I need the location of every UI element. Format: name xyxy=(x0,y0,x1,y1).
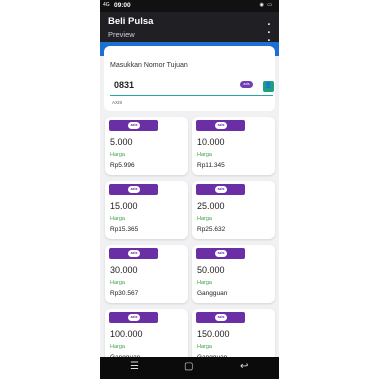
input-underline xyxy=(110,95,273,96)
nominal-value: 5.000 xyxy=(110,137,133,147)
nominal-value: 15.000 xyxy=(110,201,138,211)
axis-logo: axis xyxy=(128,186,140,193)
battery-icon: ◉ ▭ xyxy=(259,2,273,8)
app-bar: Beli Pulsa Preview · · · xyxy=(100,12,279,47)
pulsa-product-card[interactable]: axis 10.000 Harga Rp11.345 xyxy=(192,117,275,175)
price-value: Rp15.365 xyxy=(110,226,139,233)
operator-banner: axis xyxy=(196,248,245,259)
axis-logo: axis xyxy=(215,122,227,129)
pulsa-product-card[interactable]: axis 15.000 Harga Rp15.365 xyxy=(105,181,188,239)
pulsa-product-card[interactable]: axis 30.000 Harga Rp30.567 xyxy=(105,245,188,303)
price-value: Rp11.345 xyxy=(197,162,225,169)
nominal-value: 100.000 xyxy=(110,329,143,339)
price-value: Rp30.567 xyxy=(110,290,139,297)
price-label: Harga xyxy=(197,280,212,286)
axis-logo: axis xyxy=(215,250,227,257)
page-subtitle: Preview xyxy=(108,30,135,39)
price-label: Harga xyxy=(197,216,212,222)
nominal-value: 10.000 xyxy=(197,137,225,147)
operator-banner: axis xyxy=(196,312,245,323)
phone-number-card: Masukkan Nomor Tujuan 0831 axis 👤 AXIS xyxy=(104,46,275,111)
operator-name: AXIS xyxy=(112,100,123,105)
nominal-value: 50.000 xyxy=(197,265,225,275)
price-label: Harga xyxy=(110,280,125,286)
phone-number-label: Masukkan Nomor Tujuan xyxy=(110,62,188,69)
axis-logo: axis xyxy=(128,122,140,129)
price-label: Harga xyxy=(110,344,125,350)
phone-screen: 4G 09:00 ◉ ▭ Beli Pulsa Preview · · · Masu… xyxy=(100,0,279,379)
axis-logo: axis xyxy=(128,250,140,257)
status-bar: 4G 09:00 ◉ ▭ xyxy=(100,0,279,12)
page-title: Beli Pulsa xyxy=(108,16,154,27)
nominal-value: 150.000 xyxy=(197,329,230,339)
system-nav-bar: ☰ ▢ ↩ xyxy=(100,357,279,379)
price-label: Harga xyxy=(110,216,125,222)
phone-number-input[interactable]: 0831 xyxy=(114,80,134,90)
price-label: Harga xyxy=(197,152,212,158)
contact-picker-button[interactable]: 👤 xyxy=(263,81,274,92)
axis-logo: axis xyxy=(215,314,227,321)
operator-banner: axis xyxy=(109,248,158,259)
price-value: Rp5.996 xyxy=(110,162,135,169)
axis-logo: axis xyxy=(215,186,227,193)
price-value: Gangguan xyxy=(197,290,228,297)
back-nav-icon[interactable]: ↩ xyxy=(240,362,248,372)
axis-logo: axis xyxy=(128,314,140,321)
price-label: Harga xyxy=(110,152,125,158)
operator-banner: axis xyxy=(109,120,158,131)
home-nav-icon[interactable]: ▢ xyxy=(184,362,193,372)
operator-banner: axis xyxy=(109,312,158,323)
price-label: Harga xyxy=(197,344,212,350)
operator-banner: axis xyxy=(109,184,158,195)
operator-banner: axis xyxy=(196,120,245,131)
operator-banner: axis xyxy=(196,184,245,195)
pulsa-product-card[interactable]: axis 50.000 Harga Gangguan xyxy=(192,245,275,303)
menu-nav-icon[interactable]: ☰ xyxy=(130,362,139,372)
pulsa-product-card[interactable]: axis 5.000 Harga Rp5.996 xyxy=(105,117,188,175)
price-value: Rp25.632 xyxy=(197,226,226,233)
pulsa-product-card[interactable]: axis 25.000 Harga Rp25.632 xyxy=(192,181,275,239)
nominal-value: 25.000 xyxy=(197,201,225,211)
nominal-value: 30.000 xyxy=(110,265,138,275)
operator-logo: axis xyxy=(240,81,253,88)
signal-indicator: 4G xyxy=(103,2,110,8)
status-time: 09:00 xyxy=(114,2,131,9)
